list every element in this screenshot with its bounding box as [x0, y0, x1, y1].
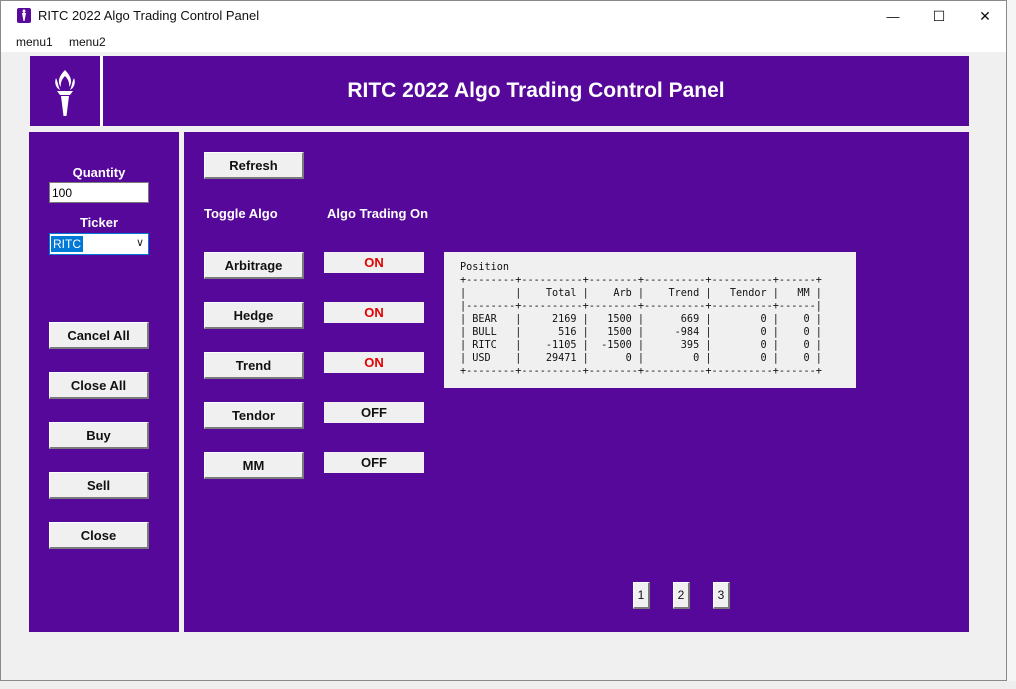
page-3-button[interactable]: 3: [713, 582, 730, 609]
quantity-input[interactable]: [49, 182, 149, 203]
close-icon: ✕: [979, 8, 991, 24]
arbitrage-status: ON: [324, 252, 424, 273]
menu-item-menu1[interactable]: menu1: [16, 35, 53, 49]
page-2-button[interactable]: 2: [673, 582, 690, 609]
toggle-tendor-button[interactable]: Tendor: [204, 402, 304, 429]
ticker-label: Ticker: [79, 215, 119, 230]
menu-bar: menu1 menu2: [1, 32, 1006, 52]
maximize-icon: ☐: [932, 8, 946, 24]
torch-logo-icon: [55, 70, 75, 116]
trend-status: ON: [324, 352, 424, 373]
algo-trading-on-header: Algo Trading On: [327, 206, 429, 221]
ticker-selected-value: RITC: [51, 236, 83, 252]
title-bar: RITC 2022 Algo Trading Control Panel — ☐…: [1, 1, 1006, 32]
toggle-algo-header: Toggle Algo: [204, 206, 278, 221]
torch-icon: [17, 8, 31, 23]
page-1-button[interactable]: 1: [633, 582, 650, 609]
hedge-status: ON: [324, 302, 424, 323]
close-window-button[interactable]: ✕: [962, 1, 1008, 32]
sell-button[interactable]: Sell: [49, 472, 149, 499]
desktop-edge: [1007, 0, 1016, 689]
minimize-icon: —: [886, 9, 900, 24]
ticker-select[interactable]: RITC ∨: [49, 233, 149, 255]
toggle-arbitrage-button[interactable]: Arbitrage: [204, 252, 304, 279]
desktop-bottom-edge: [0, 681, 1016, 689]
left-control-panel: Quantity Ticker RITC ∨ Cancel All Close …: [29, 132, 179, 632]
toggle-mm-button[interactable]: MM: [204, 452, 304, 479]
toggle-trend-button[interactable]: Trend: [204, 352, 304, 379]
close-button[interactable]: Close: [49, 522, 149, 549]
page-title: RITC 2022 Algo Trading Control Panel: [347, 79, 725, 102]
cancel-all-button[interactable]: Cancel All: [49, 322, 149, 349]
position-table: Position +--------+----------+--------+-…: [460, 262, 822, 377]
refresh-button[interactable]: Refresh: [204, 152, 304, 179]
position-table-panel: Position +--------+----------+--------+-…: [444, 252, 856, 388]
toggle-hedge-button[interactable]: Hedge: [204, 302, 304, 329]
nyu-torch-logo: [30, 56, 103, 126]
minimize-button[interactable]: —: [870, 1, 916, 32]
quantity-label: Quantity: [72, 165, 126, 180]
buy-button[interactable]: Buy: [49, 422, 149, 449]
app-window: RITC 2022 Algo Trading Control Panel — ☐…: [0, 0, 1007, 681]
maximize-button[interactable]: ☐: [916, 1, 962, 32]
menu-item-menu2[interactable]: menu2: [69, 35, 106, 49]
close-all-button[interactable]: Close All: [49, 372, 149, 399]
header-banner: RITC 2022 Algo Trading Control Panel: [30, 56, 969, 126]
window-title: RITC 2022 Algo Trading Control Panel: [38, 8, 260, 23]
tendor-status: OFF: [324, 402, 424, 423]
chevron-down-icon[interactable]: ∨: [136, 236, 144, 249]
mm-status: OFF: [324, 452, 424, 473]
